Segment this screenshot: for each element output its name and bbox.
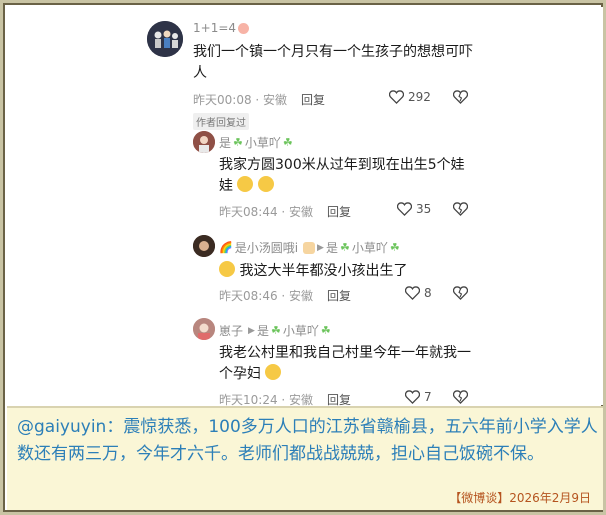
broken-heart-icon[interactable] bbox=[453, 90, 468, 104]
four-leaf-clover-icon: ☘ bbox=[282, 136, 293, 149]
caption-text: @gaiyuyin：震惊获悉，100多万人口的江苏省赣榆县，五六年前小学入学人数… bbox=[17, 417, 598, 464]
four-leaf-clover-icon: ☘ bbox=[270, 324, 281, 337]
like-count: 7 bbox=[424, 390, 432, 404]
author-name[interactable]: 崽子 bbox=[219, 322, 243, 339]
shushing-face-icon bbox=[265, 364, 282, 380]
comment-text: 我老公村里和我自己村里今年一年就我一个孕妇 bbox=[219, 343, 474, 385]
heart-icon bbox=[405, 286, 420, 300]
comment-text: 我这大半年都没小孩出生了 bbox=[219, 261, 479, 282]
avatar[interactable] bbox=[193, 318, 215, 340]
reply-to-name[interactable]: 是 bbox=[257, 322, 269, 339]
comment-time-location: 昨天08:46 · 安徽 bbox=[219, 289, 314, 303]
like-count: 35 bbox=[416, 202, 432, 216]
avatar[interactable] bbox=[193, 131, 215, 153]
like-button[interactable]: 7 bbox=[405, 390, 432, 404]
comment-thread: 1+1=4 我们一个镇一个月只有一个生孩子的想想可吓人 昨天00:08 · 安徽… bbox=[7, 7, 603, 407]
reply-button[interactable]: 回复 bbox=[327, 287, 351, 304]
comment-time-location: 昨天08:44 · 安徽 bbox=[219, 205, 314, 219]
rainbow-icon: 🌈 bbox=[219, 241, 233, 254]
four-leaf-clover-icon: ☘ bbox=[339, 241, 350, 254]
comment-time-location: 昨天00:08 · 安徽 bbox=[193, 93, 288, 107]
source-label: 【微博谈】2026年2月9日 bbox=[449, 491, 591, 505]
reply-button[interactable]: 回复 bbox=[327, 203, 351, 220]
comment-text: 我们一个镇一个月只有一个生孩子的想想可吓人 bbox=[193, 44, 473, 81]
screenshot-frame: 1+1=4 我们一个镇一个月只有一个生孩子的想想可吓人 昨天00:08 · 安徽… bbox=[3, 3, 603, 512]
author-name-suffix[interactable]: 小草吖 bbox=[245, 134, 281, 151]
comment-author[interactable]: 崽子 ▶ 是 ☘ 小草吖 ☘ bbox=[219, 322, 331, 339]
avatar[interactable] bbox=[147, 21, 183, 57]
comment-author[interactable]: 🌈 是小汤圆哦i ▶ 是 ☘ 小草吖 ☘ bbox=[219, 239, 400, 256]
clapping-hand-icon bbox=[303, 241, 316, 254]
broken-heart-icon[interactable] bbox=[453, 390, 468, 404]
reply-to-name-suffix[interactable]: 小草吖 bbox=[352, 239, 388, 256]
triangle-right-icon: ▶ bbox=[248, 325, 255, 336]
four-leaf-clover-icon: ☘ bbox=[389, 241, 400, 254]
broken-heart-icon[interactable] bbox=[453, 286, 468, 300]
like-button[interactable]: 35 bbox=[397, 202, 431, 216]
four-leaf-clover-icon: ☘ bbox=[233, 136, 243, 149]
four-leaf-clover-icon: ☘ bbox=[320, 324, 331, 337]
comment-text: 我家方圆300米从过年到现在出生5个娃娃 bbox=[219, 155, 474, 197]
caption-box: @gaiyuyin：震惊获悉，100多万人口的江苏省赣榆县，五六年前小学入学人数… bbox=[7, 406, 603, 510]
reply-to-name-suffix[interactable]: 小草吖 bbox=[283, 322, 319, 339]
comment-text-body: 我老公村里和我自己村里今年一年就我一个孕妇 bbox=[219, 345, 471, 382]
comment-author[interactable]: 是 ☘ 小草吖 ☘ bbox=[219, 134, 293, 151]
like-count: 292 bbox=[408, 90, 431, 104]
peach-badge-icon bbox=[238, 22, 250, 34]
reply-to-name[interactable]: 是 bbox=[326, 239, 338, 256]
broken-heart-icon[interactable] bbox=[453, 202, 468, 216]
like-count: 8 bbox=[424, 286, 432, 300]
triangle-right-icon: ▶ bbox=[317, 242, 324, 253]
heart-icon bbox=[405, 390, 420, 404]
grinning-face-icon bbox=[237, 176, 254, 192]
heart-icon bbox=[389, 90, 404, 104]
author-name[interactable]: 是 bbox=[219, 134, 231, 151]
author-name[interactable]: 1+1=4 bbox=[193, 21, 236, 35]
grinning-face-icon bbox=[257, 176, 274, 192]
comment-author[interactable]: 1+1=4 bbox=[193, 21, 250, 35]
avatar[interactable] bbox=[193, 235, 215, 257]
heart-icon bbox=[397, 202, 412, 216]
like-button[interactable]: 8 bbox=[405, 286, 432, 300]
comment-text-body: 我家方圆300米从过年到现在出生5个娃娃 bbox=[219, 157, 465, 194]
like-button[interactable]: 292 bbox=[389, 90, 431, 104]
crying-face-icon bbox=[219, 261, 235, 277]
comment-text-body: 我这大半年都没小孩出生了 bbox=[239, 263, 408, 279]
reply-button[interactable]: 回复 bbox=[301, 91, 325, 108]
author-name[interactable]: 是小汤圆哦i bbox=[235, 239, 298, 256]
author-replied-tag: 作者回复过 bbox=[193, 113, 249, 130]
